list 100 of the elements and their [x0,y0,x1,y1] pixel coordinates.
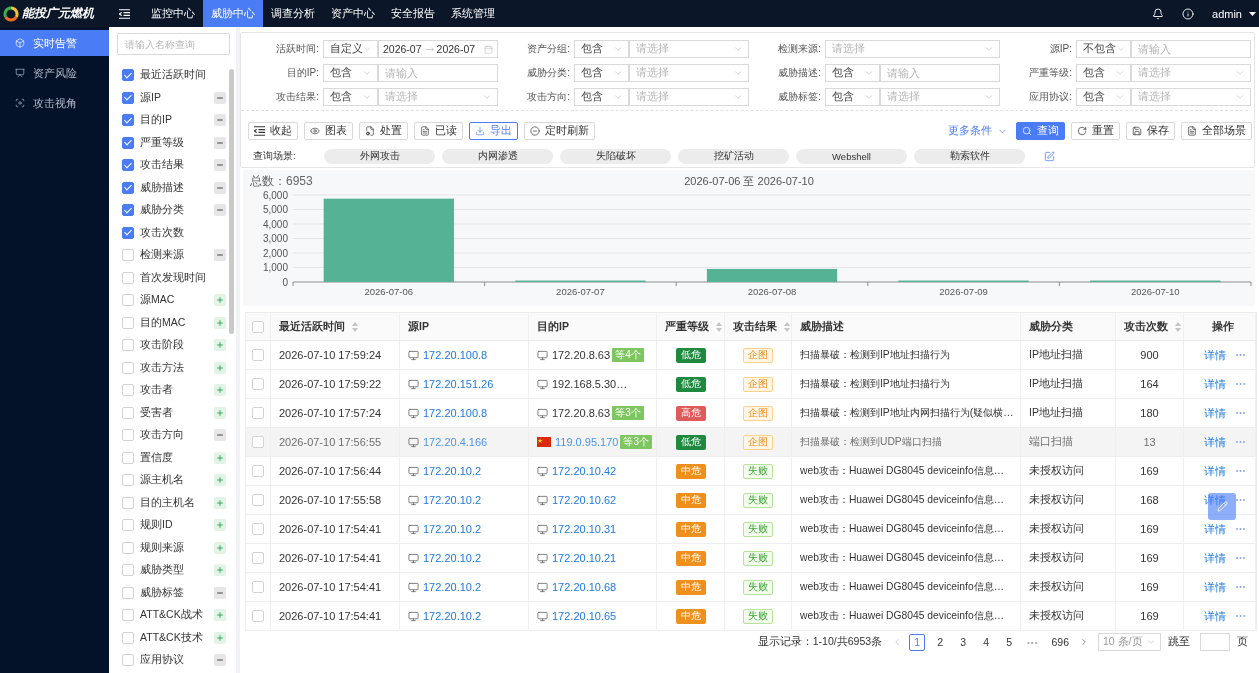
minus-icon[interactable] [214,136,226,149]
operator-select[interactable]: 包含 [1076,88,1131,106]
ip-link[interactable]: 172.20.151.26 [423,378,494,390]
checkbox[interactable] [122,204,134,217]
text-input[interactable]: 请输入 [880,64,1000,82]
details-link[interactable]: 详情 [1204,550,1226,566]
nav-tab[interactable]: 调查分析 [263,0,323,27]
plus-icon[interactable] [214,474,226,487]
ip-link[interactable]: 119.0.95.170 [555,436,619,448]
scene-chip[interactable]: 外网攻击 [324,148,435,164]
date-end-value[interactable]: 2026-07 [436,43,476,55]
operator-select[interactable]: 自定义 [323,40,378,58]
scene-chip[interactable]: 失陷破坏 [560,148,671,164]
ip-link[interactable]: 172.20.100.8 [423,407,488,419]
sidebar-item[interactable]: 攻击视角 [0,90,109,116]
plus-icon[interactable] [214,519,226,532]
details-link[interactable]: 详情 [1204,347,1226,363]
user-menu[interactable]: admin [1212,7,1256,20]
checkbox[interactable] [122,181,134,194]
ip-link[interactable]: 172.20.100.8 [423,349,488,361]
edit-icon[interactable] [1044,150,1055,162]
ip-link[interactable]: 172.20.10.2 [423,552,482,564]
ip-link[interactable]: 172.20.10.2 [423,610,482,622]
query-button[interactable]: 查询 [1016,122,1065,140]
date-start-value[interactable]: 2026-07 [383,43,422,55]
text-input[interactable]: 请输入 [378,64,498,82]
minus-icon[interactable] [214,654,226,667]
toolbar-button[interactable]: 导出 [469,122,518,140]
page-button[interactable]: 1 [909,633,926,651]
plus-icon[interactable] [214,609,226,622]
minus-icon[interactable] [214,91,226,104]
date-range-field[interactable]: 2026-07 2026-07 [378,40,498,58]
ip-link[interactable]: 172.20.10.68 [552,581,617,593]
ip-link[interactable]: 172.20.10.42 [552,465,617,477]
minus-icon[interactable] [214,159,226,172]
plus-icon[interactable] [214,631,226,644]
minus-icon[interactable] [214,249,226,262]
menu-icon[interactable] [119,8,130,19]
details-link[interactable]: 详情 [1204,376,1226,392]
page-size-select[interactable]: 10 条/页 [1098,633,1161,651]
sidebar-item[interactable]: 资产风险 [0,60,109,86]
checkbox[interactable] [122,159,134,172]
ip-link[interactable]: 172.20.10.65 [552,610,617,622]
checkbox[interactable] [122,114,134,127]
page-input[interactable] [1200,633,1230,651]
sort-icon[interactable] [716,321,722,332]
scene-chip[interactable]: Webshell [796,148,907,164]
ip-link[interactable]: 172.20.10.2 [423,465,482,477]
action-button[interactable]: 保存 [1126,122,1175,140]
plus-icon[interactable] [214,361,226,374]
nav-tab[interactable]: 系统管理 [443,0,503,27]
operator-select[interactable]: 包含 [574,64,629,82]
ip-link[interactable]: 172.20.10.2 [423,523,482,535]
plus-icon[interactable] [214,451,226,464]
action-button[interactable]: 重置 [1071,122,1120,140]
plus-icon[interactable] [214,294,226,307]
scene-chip[interactable]: 挖矿活动 [678,148,789,164]
sort-icon[interactable] [352,321,358,332]
operator-select[interactable]: 包含 [574,40,629,58]
ip-link[interactable]: 172.20.10.62 [552,494,617,506]
details-link[interactable]: 详情 [1204,521,1226,537]
toolbar-button[interactable]: 已读 [414,122,463,140]
nav-tab[interactable]: 威胁中心 [203,0,263,27]
plus-icon[interactable] [214,564,226,577]
operator-select[interactable]: 不包含 [1076,40,1131,58]
operator-select[interactable]: 包含 [574,88,629,106]
plus-icon[interactable] [214,496,226,509]
details-link[interactable]: 详情 [1204,463,1226,479]
minus-icon[interactable] [214,586,226,599]
text-input[interactable]: 请输入 [1131,40,1251,58]
operator-select[interactable]: 包含 [825,64,880,82]
plus-icon[interactable] [214,339,226,352]
plus-icon[interactable] [214,384,226,397]
minus-icon[interactable] [214,114,226,127]
checkbox[interactable] [122,91,134,104]
details-link[interactable]: 详情 [1204,434,1226,450]
sort-icon[interactable] [784,321,790,332]
details-link[interactable]: 详情 [1204,405,1226,421]
minus-icon[interactable] [214,181,226,194]
operator-select[interactable]: 包含 [323,64,378,82]
toolbar-button[interactable]: 处置 [359,122,408,140]
checkbox[interactable] [122,136,134,149]
ip-link[interactable]: 172.20.10.2 [423,494,482,506]
sidebar-item[interactable]: 实时告警 [0,30,109,56]
minus-icon[interactable] [214,429,226,442]
plus-icon[interactable] [214,316,226,329]
action-button[interactable]: 全部场景 [1181,122,1252,140]
toolbar-button[interactable]: 图表 [304,122,353,140]
scrollbar-thumb[interactable] [229,69,234,334]
scene-chip[interactable]: 内网渗透 [442,148,553,164]
info-icon[interactable] [1182,7,1195,20]
ip-link[interactable]: 172.20.4.166 [423,436,488,448]
search-field[interactable]: 请输入名称查询 [117,33,230,55]
ip-link[interactable]: 172.20.10.21 [552,552,617,564]
operator-select[interactable]: 包含 [825,88,880,106]
plus-icon[interactable] [214,541,226,554]
chevron-right-icon[interactable] [1079,637,1089,647]
bell-icon[interactable] [1152,7,1165,20]
nav-tab[interactable]: 安全报告 [383,0,443,27]
plus-icon[interactable] [214,406,226,419]
